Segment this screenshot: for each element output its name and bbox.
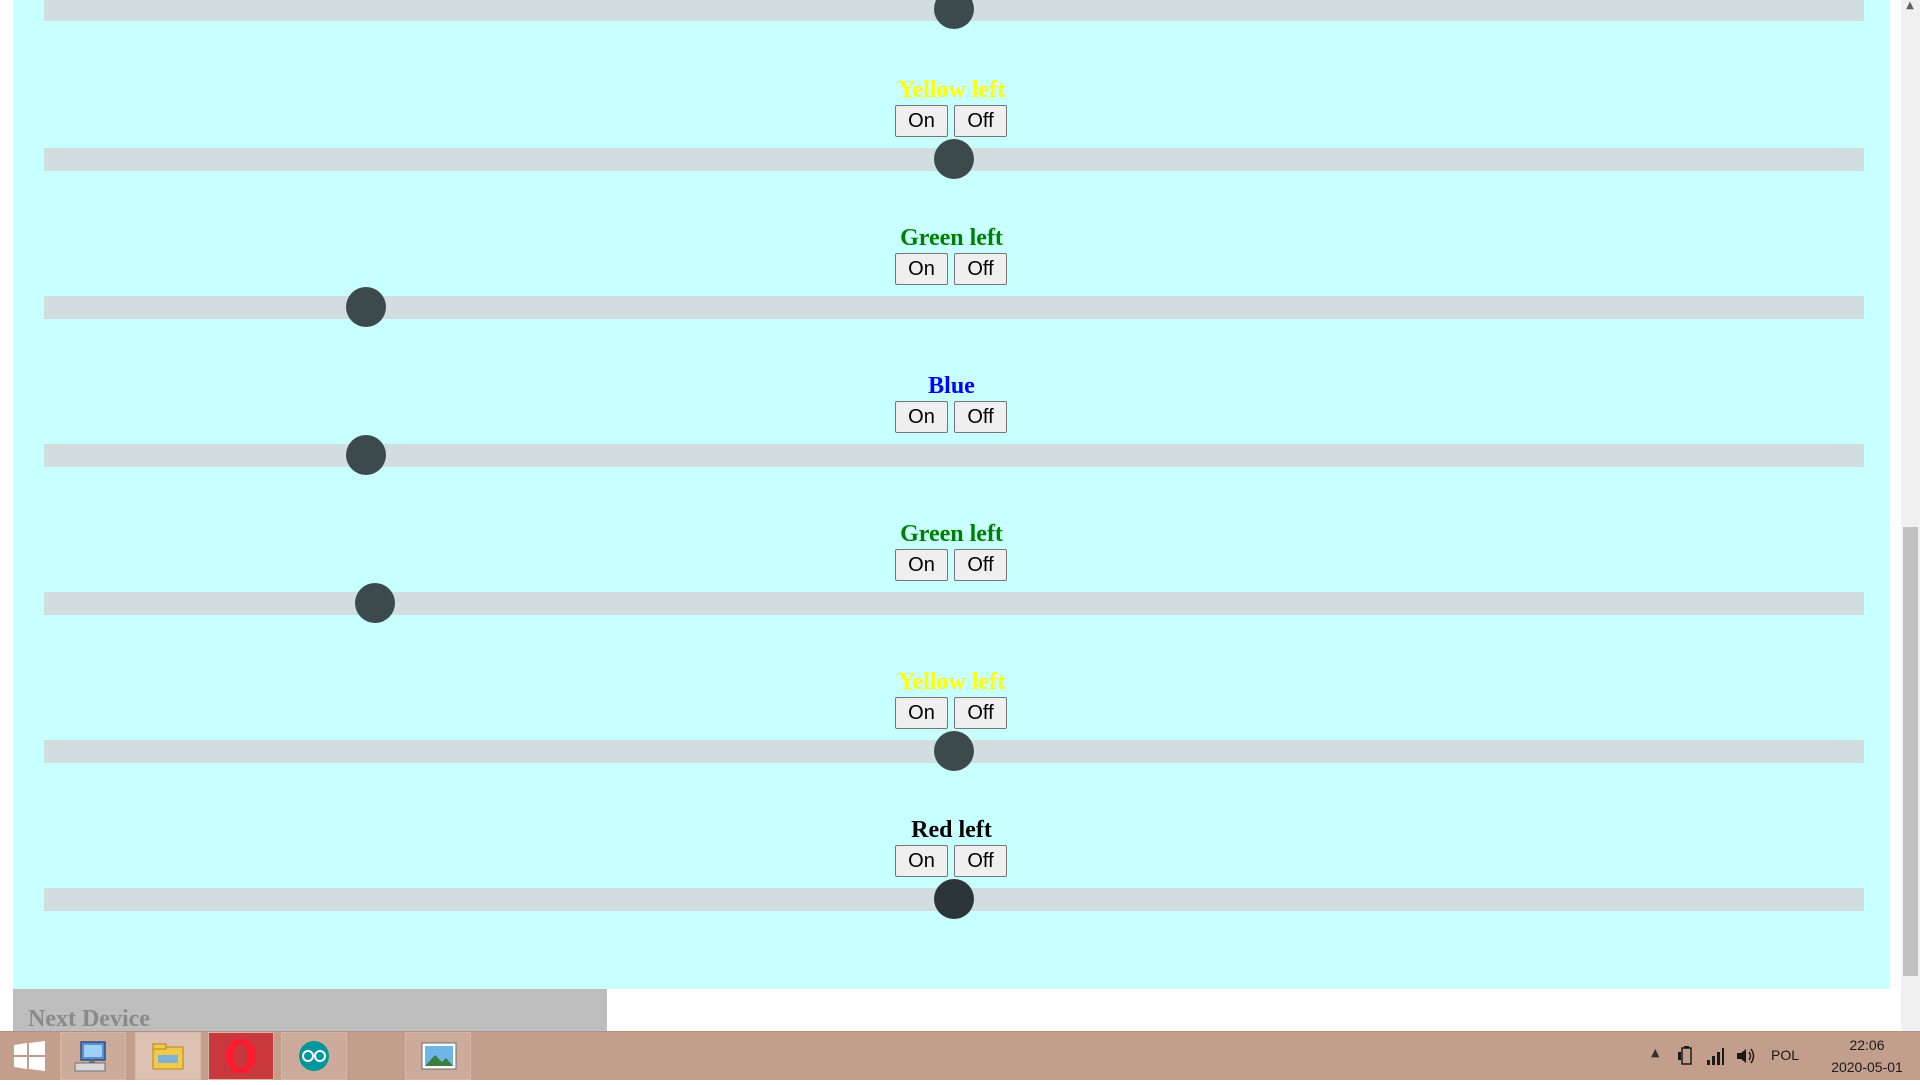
network-signal-icon[interactable]	[1706, 1046, 1724, 1066]
input-language-indicator[interactable]: POL	[1771, 1047, 1799, 1063]
slider-thumb[interactable]	[355, 583, 396, 623]
slider-thumb[interactable]	[934, 0, 974, 29]
on-button[interactable]: On	[895, 697, 948, 729]
photos-icon	[421, 1042, 457, 1070]
control-title: Red left	[911, 817, 992, 843]
on-button[interactable]: On	[895, 549, 948, 581]
control-title: Blue	[928, 373, 975, 399]
on-button[interactable]: On	[895, 253, 948, 285]
slider-track[interactable]	[44, 731, 1864, 771]
file-explorer-icon	[152, 1043, 184, 1070]
off-button[interactable]: Off	[954, 401, 1007, 433]
on-button[interactable]: On	[895, 401, 948, 433]
taskbar: ▲ POL 22:06 2020-05-01	[0, 1031, 1920, 1080]
start-button[interactable]	[0, 1032, 58, 1080]
off-button[interactable]: Off	[954, 549, 1007, 581]
slider-thumb[interactable]	[934, 731, 974, 771]
off-button[interactable]: Off	[954, 697, 1007, 729]
control-title: Green left	[900, 225, 1003, 251]
slider-track[interactable]	[44, 583, 1864, 623]
clock-time[interactable]: 22:06	[1822, 1037, 1912, 1053]
off-button[interactable]: Off	[954, 845, 1007, 877]
taskbar-app-arduino[interactable]	[281, 1032, 347, 1080]
battery-icon[interactable]	[1678, 1046, 1694, 1066]
control-title: Yellow left	[897, 77, 1006, 103]
slider-track[interactable]	[44, 139, 1864, 179]
slider-thumb[interactable]	[346, 287, 387, 327]
on-button[interactable]: On	[895, 845, 948, 877]
windows-start-icon	[14, 1041, 45, 1071]
taskbar-app-computer[interactable]	[60, 1032, 126, 1080]
scrollbar-thumb[interactable]	[1903, 527, 1918, 976]
volume-icon[interactable]	[1735, 1046, 1755, 1066]
next-device-label: Next Device	[28, 1006, 150, 1032]
off-button[interactable]: Off	[954, 253, 1007, 285]
slider-track[interactable]	[44, 435, 1864, 475]
taskbar-app-opera[interactable]	[208, 1032, 274, 1080]
computer-icon	[74, 1041, 106, 1072]
opera-browser-icon	[226, 1039, 256, 1073]
slider-thumb[interactable]	[346, 435, 387, 475]
slider-thumb[interactable]	[934, 139, 974, 179]
control-title: Green left	[900, 521, 1003, 547]
slider-track[interactable]	[44, 287, 1864, 327]
clock-date[interactable]: 2020-05-01	[1818, 1059, 1916, 1075]
on-button[interactable]: On	[895, 105, 948, 137]
arduino-icon	[299, 1041, 329, 1071]
taskbar-app-file-explorer[interactable]	[135, 1032, 201, 1080]
taskbar-app-photos[interactable]	[405, 1032, 471, 1080]
off-button[interactable]: Off	[954, 105, 1007, 137]
page-content: Yellow left On Off Green left On Off Blu…	[13, 0, 1890, 989]
control-title: Yellow left	[897, 669, 1006, 695]
slider-track[interactable]	[44, 879, 1864, 919]
scroll-up-arrow-icon[interactable]: ▲	[1904, 0, 1916, 14]
show-hidden-icons-chevron-icon[interactable]: ▲	[1651, 1046, 1661, 1059]
slider-track[interactable]	[44, 0, 1864, 29]
slider-thumb[interactable]	[934, 879, 974, 919]
